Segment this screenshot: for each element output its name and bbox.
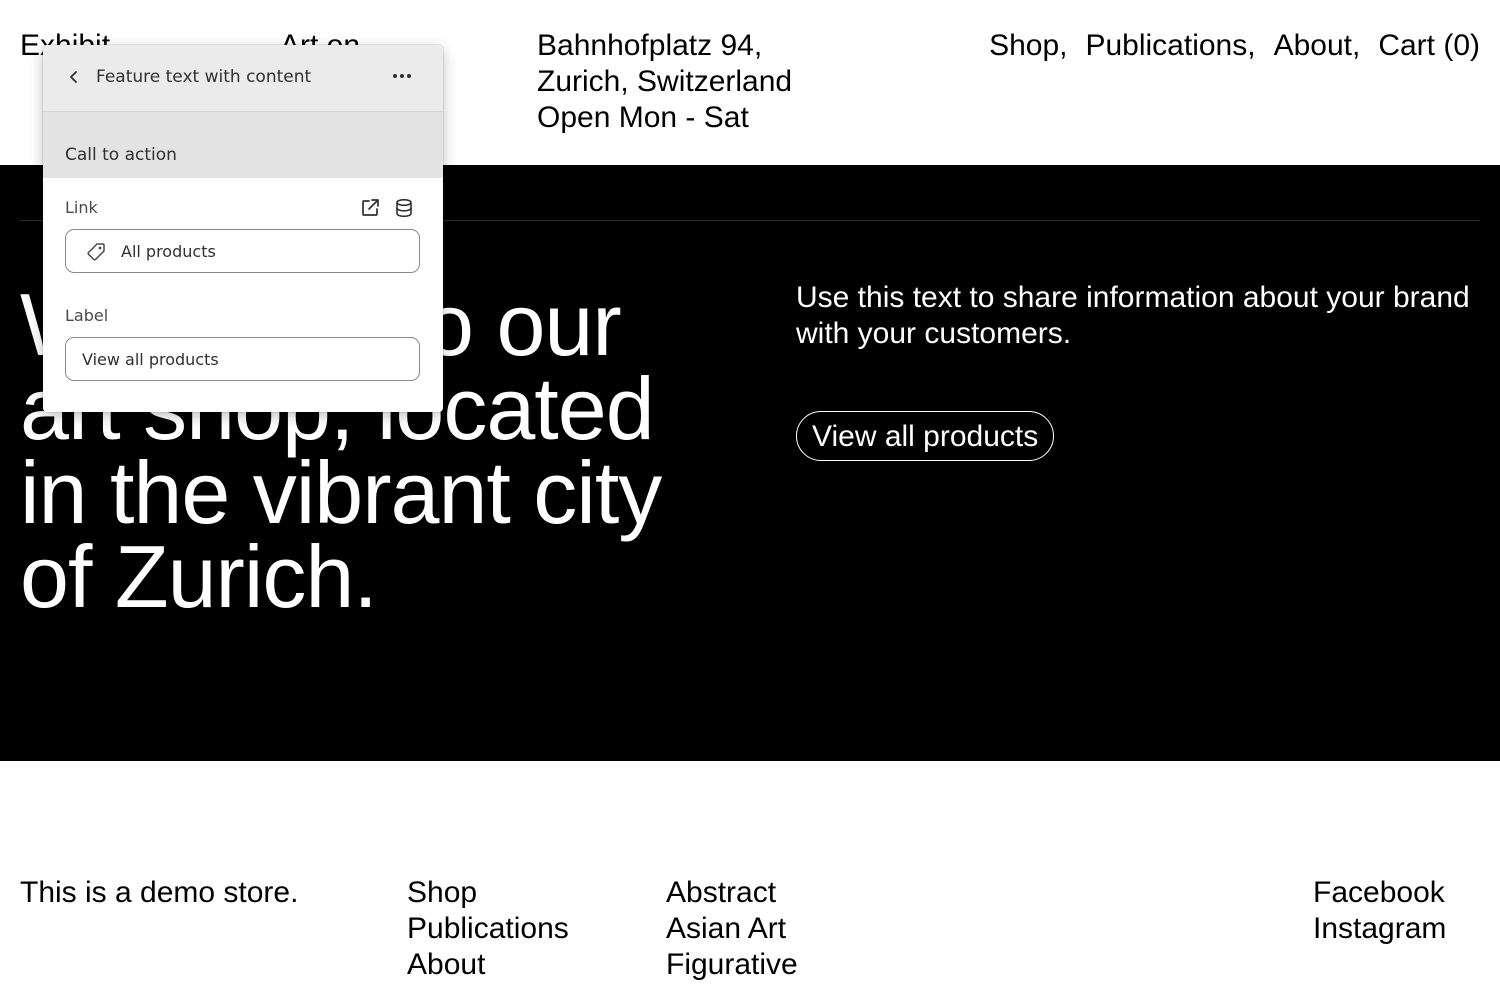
- footer-tagline: This is a demo store.: [20, 876, 299, 909]
- address-line-city: Zurich, Switzerland: [537, 65, 793, 98]
- store-address: Bahnhofplatz 94, Zurich, Switzerland Ope…: [537, 28, 792, 136]
- nav-shop-link[interactable]: Shop,: [989, 28, 1067, 64]
- link-picker-field[interactable]: All products: [65, 229, 420, 273]
- call-to-action-section: Call to action: [43, 112, 443, 178]
- address-line-street: Bahnhofplatz 94,: [537, 29, 763, 62]
- database-icon[interactable]: [393, 197, 415, 219]
- footer-categories: Abstract Asian Art Figurative: [666, 875, 798, 983]
- external-link-icon[interactable]: [359, 197, 381, 219]
- footer-link-instagram[interactable]: Instagram: [1313, 911, 1446, 947]
- footer-link-publications[interactable]: Publications: [407, 911, 569, 947]
- address-line-hours: Open Mon - Sat: [537, 101, 749, 134]
- footer-link-abstract[interactable]: Abstract: [666, 875, 798, 911]
- footer-link-about[interactable]: About: [407, 947, 569, 983]
- section-title: Call to action: [65, 145, 177, 165]
- footer-link-figurative[interactable]: Figurative: [666, 947, 798, 983]
- footer-menu: Shop Publications About: [407, 875, 569, 983]
- tag-icon: [85, 241, 107, 263]
- label-input[interactable]: [65, 337, 420, 381]
- nav-publications-link[interactable]: Publications,: [1085, 28, 1255, 64]
- nav-cart-link[interactable]: Cart (0): [1378, 28, 1480, 64]
- nav-about-link[interactable]: About,: [1274, 28, 1361, 64]
- view-all-products-button[interactable]: View all products: [796, 411, 1055, 461]
- footer-link-shop[interactable]: Shop: [407, 875, 569, 911]
- footer-link-facebook[interactable]: Facebook: [1313, 875, 1446, 911]
- label-field-label: Label: [65, 306, 109, 325]
- footer-link-asian-art[interactable]: Asian Art: [666, 911, 798, 947]
- link-value: All products: [121, 242, 216, 261]
- site-footer: This is a demo store. Shop Publications …: [0, 761, 1500, 1000]
- more-horizontal-icon[interactable]: [389, 65, 415, 87]
- popover-title: Feature text with content: [96, 67, 312, 87]
- block-settings-popover: Feature text with content Call to action…: [43, 45, 443, 412]
- popover-header: Feature text with content: [43, 45, 443, 112]
- chevron-left-icon[interactable]: [63, 66, 85, 88]
- link-field-label: Link: [65, 198, 98, 217]
- hero-description: Use this text to share information about…: [796, 281, 1470, 350]
- footer-social: Facebook Instagram: [1313, 875, 1446, 947]
- main-nav: Shop, Publications, About, Cart (0): [989, 28, 1480, 64]
